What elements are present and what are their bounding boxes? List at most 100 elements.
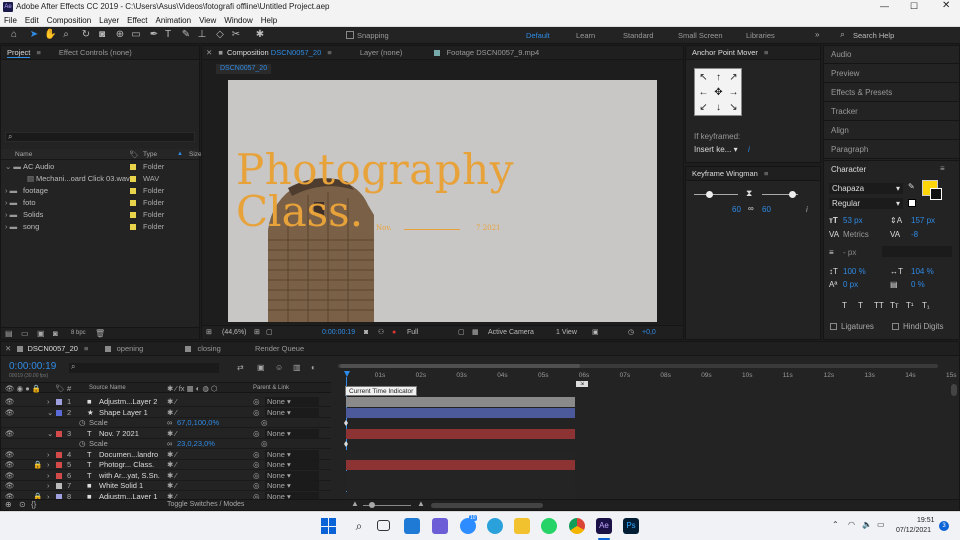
file-explorer-icon[interactable]	[514, 518, 530, 534]
visibility-eye-icon[interactable]: 👁	[5, 480, 15, 491]
menu-composition[interactable]: Composition	[43, 14, 95, 25]
zoom-in-icon[interactable]: ▲	[417, 499, 425, 508]
pickwhip-icon[interactable]: ◎	[261, 417, 268, 428]
vertical-scale-value[interactable]: 100 %	[843, 267, 866, 276]
layer-row[interactable]: 👁 🔒 › 5 T Photogr... Class. ✱ ⁄ ◎ None ▾	[1, 459, 331, 470]
modes-pane-icon[interactable]: ⊙	[19, 500, 26, 509]
windows-start-icon[interactable]	[321, 518, 337, 534]
expand-caret-icon[interactable]: ›	[47, 480, 50, 491]
search-taskbar-icon[interactable]: ⌕	[351, 518, 367, 534]
pickwhip-icon[interactable]: ◎	[253, 470, 260, 481]
pickwhip-icon[interactable]: ◎	[253, 480, 260, 491]
layer-switch-icons[interactable]: ✱ ⁄	[167, 459, 177, 470]
minimize-icon[interactable]: —	[880, 1, 889, 11]
layer-label-color[interactable]	[56, 399, 62, 405]
side-panel-align[interactable]: Align	[824, 122, 959, 140]
menu-help[interactable]: Help	[257, 14, 281, 25]
timeline-search-input[interactable]: ⌕	[69, 362, 219, 373]
after-effects-taskbar-icon[interactable]: Ae	[596, 518, 612, 534]
layer-label-color[interactable]	[56, 483, 62, 489]
exposure-value[interactable]: +0,0	[642, 326, 656, 339]
puppet-tool-icon[interactable]: ✱	[254, 29, 266, 41]
draft-3d-icon[interactable]: ▣	[257, 363, 265, 372]
layer-switches-pane-icon[interactable]: ⊕	[5, 500, 12, 509]
expand-caret-icon[interactable]: ›	[47, 396, 50, 407]
lock-icon[interactable]: 🔒	[33, 459, 42, 470]
layer-name[interactable]: Photogr... Class.	[99, 459, 154, 470]
project-menu-icon[interactable]: ≡	[36, 48, 40, 57]
text-style-button[interactable]: T	[858, 301, 863, 310]
expand-caret-icon[interactable]: ›	[47, 459, 50, 470]
pickwhip-icon[interactable]: ◎	[253, 396, 260, 407]
parent-dropdown[interactable]: None ▾	[265, 460, 319, 469]
kerning-dropdown[interactable]: Metrics	[843, 230, 869, 239]
visibility-eye-icon[interactable]: 👁	[5, 396, 15, 407]
source-name-column[interactable]: Source Name	[89, 383, 126, 394]
layer-switch-icons[interactable]: ✱ ⁄	[167, 407, 177, 418]
anchor-arrow-button[interactable]: ↑	[711, 70, 726, 85]
label-swatch[interactable]	[130, 200, 136, 206]
black-white-swatch[interactable]	[908, 199, 916, 207]
project-search-input[interactable]: ⌕	[5, 132, 195, 142]
layer-row[interactable]: 👁 ⌄ 3 T Nov. 7 2021 ✱ ⁄ ◎ None ▾	[1, 428, 331, 439]
menu-effect[interactable]: Effect	[123, 14, 151, 25]
expand-caret-icon[interactable]: ›	[47, 470, 50, 481]
mask-icon[interactable]: ▢	[266, 326, 273, 339]
label-swatch[interactable]	[130, 188, 136, 194]
wifi-icon[interactable]: ◠	[848, 520, 855, 529]
comp-flowchart-icon[interactable]: ⇄	[237, 363, 244, 372]
tab-composition[interactable]: Composition DSCN0057_20	[227, 48, 321, 57]
tab-timeline-dscn[interactable]: DSCN0057_20	[27, 344, 77, 353]
project-item[interactable]: ▤ Mechani...oard Click 03.wav WAV	[1, 173, 199, 184]
delete-icon[interactable]: 🗑	[95, 329, 105, 338]
link-proportion-icon[interactable]: ∞	[167, 417, 172, 428]
parent-dropdown[interactable]: None ▾	[265, 470, 319, 480]
font-size-value[interactable]: 53 px	[843, 216, 863, 225]
layer-label-color[interactable]	[56, 462, 62, 468]
column-type[interactable]: Type	[143, 149, 157, 160]
layer-row[interactable]: 👁 ⌄ 2 ★ Shape Layer 1 ✱ ⁄ ◎ None ▾	[1, 407, 331, 418]
current-time-field[interactable]: 0:00:00:19	[322, 326, 355, 339]
camera-dropdown[interactable]: Active Camera	[488, 326, 534, 339]
parent-dropdown[interactable]: None ▾	[265, 481, 319, 490]
grid-icon[interactable]: ⊞	[254, 326, 260, 339]
tray-chevron-icon[interactable]: ⌃	[832, 520, 839, 529]
workspace-default[interactable]: Default	[526, 31, 550, 40]
tab-timeline-closing[interactable]: closing	[198, 344, 221, 353]
wingman-right-value[interactable]: 60	[762, 205, 771, 214]
side-panel-preview[interactable]: Preview	[824, 65, 959, 83]
visibility-eye-icon[interactable]: 👁	[5, 407, 15, 418]
search-help-input[interactable]: Search Help	[853, 31, 894, 40]
tab-effect-controls[interactable]: Effect Controls (none)	[59, 48, 132, 57]
tsume-value[interactable]: 0 %	[911, 280, 925, 289]
pen-tool-icon[interactable]: ✒	[148, 29, 160, 41]
resolution-dropdown[interactable]: Full	[407, 326, 418, 339]
camera-tool-icon[interactable]: ◙	[96, 29, 108, 41]
stopwatch-icon[interactable]: ◷	[79, 438, 86, 449]
parent-dropdown[interactable]: None ▾	[265, 407, 319, 417]
home-icon[interactable]: ⌂	[8, 29, 20, 41]
stopwatch-icon[interactable]: ◷	[79, 417, 86, 428]
comp-subtab[interactable]: DSCN0057_20	[216, 64, 272, 74]
hand-tool-icon[interactable]: ✋	[44, 29, 56, 41]
pickwhip-icon[interactable]: ◎	[253, 449, 260, 460]
zoom-dropdown[interactable]: (44,6%)	[222, 326, 247, 339]
layer-name[interactable]: with Ar...yat, S.Sn.	[99, 470, 160, 481]
layer-switch-icons[interactable]: ✱ ⁄	[167, 396, 177, 407]
project-item[interactable]: › ▬ song Folder	[1, 221, 199, 232]
project-item[interactable]: ⌄ ▬ AC Audio Folder	[1, 161, 199, 172]
layer-duration-bar[interactable]	[346, 470, 575, 481]
photoshop-taskbar-icon[interactable]: Ps	[623, 518, 639, 534]
label-swatch[interactable]	[130, 164, 136, 170]
anchor-arrow-button[interactable]: ↖	[696, 70, 711, 85]
wingman-menu-icon[interactable]: ≡	[764, 169, 768, 178]
menu-layer[interactable]: Layer	[95, 14, 123, 25]
work-area-range[interactable]	[340, 364, 580, 368]
transparency-icon[interactable]: ▦	[472, 326, 479, 339]
roi-icon[interactable]: ▢	[458, 326, 465, 339]
side-panel-audio[interactable]: Audio	[824, 46, 959, 64]
layer-label-color[interactable]	[56, 430, 62, 437]
roto-tool-icon[interactable]: ✂	[230, 29, 242, 41]
pickwhip-icon[interactable]: ◎	[253, 407, 260, 418]
clock-time[interactable]: 19:51	[917, 517, 935, 524]
